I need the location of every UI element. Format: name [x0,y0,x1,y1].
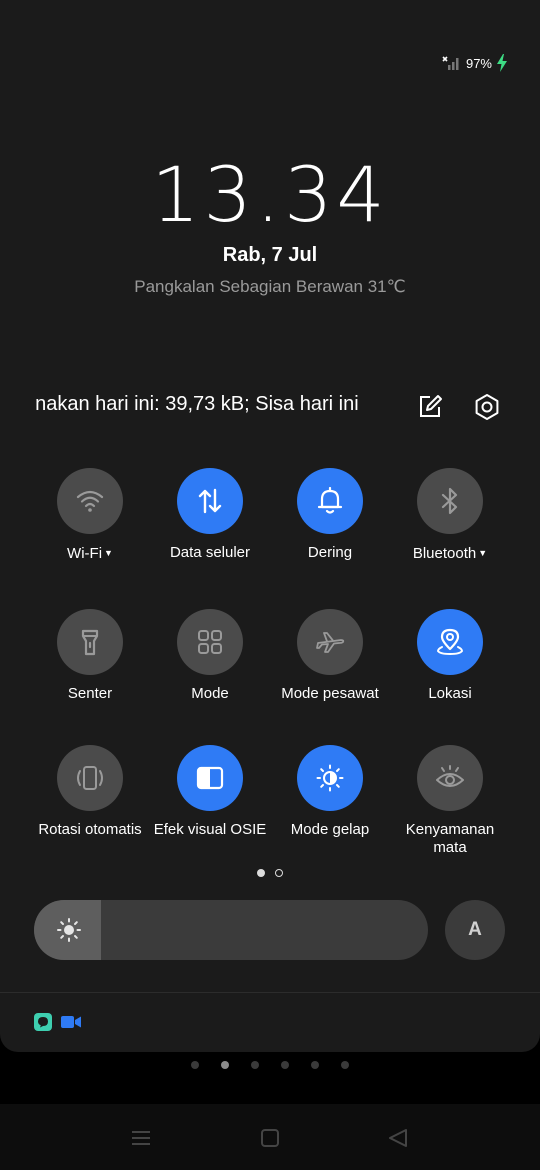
tile-osie-label: Efek visual OSIE [153,821,267,838]
dropdown-caret-icon: ▼ [104,548,113,558]
auto-brightness-button[interactable]: A [445,900,505,960]
wifi-icon [76,490,104,512]
back-icon [389,1129,407,1147]
tile-location[interactable]: Lokasi [390,609,510,703]
tile-wifi-toggle[interactable] [57,468,123,534]
tile-auto-rotate-toggle[interactable] [57,745,123,811]
back-button[interactable] [384,1124,412,1152]
tile-flashlight-toggle[interactable] [57,609,123,675]
home-page-dot-active[interactable] [221,1061,229,1069]
weather-info: Pangkalan Sebagian Berawan 31℃ [134,277,406,296]
airplane-icon [316,632,345,653]
sun-icon [56,917,82,948]
wifi-label-text: Wi-Fi [67,545,103,562]
status-bar: 97% [442,52,508,74]
tile-ringer-label: Dering [307,544,353,561]
data-usage-text: unakan hari ini: 39,73 kB; Sisa hari ini [36,393,359,415]
tile-osie[interactable]: Efek visual OSIE [150,745,270,839]
chat-app-icon[interactable] [34,1013,52,1036]
tile-mobile-data[interactable]: Data seluler [150,468,270,562]
data-usage-ticker: unakan hari ini: 39,73 kB; Sisa hari ini [36,393,392,416]
tile-airplane[interactable]: Mode pesawat [270,609,390,703]
mobile-data-icon [198,488,222,514]
tile-airplane-toggle[interactable] [297,609,363,675]
notification-icons [34,1013,82,1036]
tile-ringer-toggle[interactable] [297,468,363,534]
tile-mode-label: Mode [191,685,229,702]
tile-eye-comfort-label: Kenyamanan mata [405,821,495,856]
tile-eye-comfort-toggle[interactable] [417,745,483,811]
tile-dark-mode-toggle[interactable] [297,745,363,811]
tile-wifi-label: Wi-Fi ▼ [30,544,150,563]
dropdown-caret-icon: ▼ [478,548,488,558]
home-icon [261,1129,279,1147]
header-row: unakan hari ini: 39,73 kB; Sisa hari ini [0,385,540,429]
home-page-dot[interactable] [251,1061,259,1069]
tile-wifi[interactable]: Wi-Fi ▼ [30,468,150,563]
edit-icon [420,395,442,417]
home-page-dot[interactable] [191,1061,199,1069]
home-page-dot[interactable] [311,1061,319,1069]
quick-settings-panel: 97% 13.34 Rab, 7 Jul Pangkalan Sebagian … [0,0,540,1052]
tile-flashlight[interactable]: Senter [30,609,150,703]
bluetooth-label-text: Bluetooth [412,545,477,562]
menu-button[interactable] [127,1124,155,1152]
date: Rab, 7 Jul [222,244,318,266]
divider [0,992,540,993]
no-signal-icon [442,55,462,71]
tile-bluetooth[interactable]: Bluetooth ▼ [390,468,510,563]
menu-icon [132,1131,150,1145]
tile-eye-comfort[interactable]: Kenyamanan mata [390,745,510,857]
home-page-indicator [0,1061,540,1069]
tile-osie-toggle[interactable] [177,745,243,811]
rotate-icon [77,766,103,790]
tile-page-dot-active[interactable] [257,869,265,877]
settings-icon [475,394,499,420]
home-button[interactable] [256,1124,284,1152]
dark-mode-icon [316,764,344,792]
clock: 13.34 [151,150,389,239]
flashlight-icon [81,629,99,656]
tile-airplane-label: Mode pesawat [281,685,379,702]
tile-mode-toggle[interactable] [177,609,243,675]
bell-icon [317,487,343,514]
battery-percent: 97% [465,55,492,71]
bluetooth-icon [441,487,458,515]
tile-auto-rotate-label: Rotasi otomatis [38,821,142,838]
location-icon [436,628,464,656]
grid-icon [198,630,222,654]
eye-icon [436,765,464,787]
battery-charging-icon [496,54,508,72]
tile-auto-rotate[interactable]: Rotasi otomatis [30,745,150,839]
tile-dark-mode-label: Mode gelap [290,821,370,838]
tile-mobile-data-label: Data seluler [169,544,251,561]
navigation-bar [0,1104,540,1170]
tile-page-dot[interactable] [275,869,283,877]
brightness-slider[interactable] [34,900,428,960]
settings-button[interactable] [469,389,505,425]
video-call-icon[interactable] [60,1014,82,1035]
home-page-dot[interactable] [341,1061,349,1069]
tile-dark-mode[interactable]: Mode gelap [270,745,390,839]
tile-mode[interactable]: Mode [150,609,270,703]
edit-button[interactable] [412,389,448,425]
tile-bluetooth-label: Bluetooth ▼ [390,544,510,563]
tile-flashlight-label: Senter [67,685,113,702]
tile-location-toggle[interactable] [417,609,483,675]
tile-page-indicator [0,869,540,877]
tile-bluetooth-toggle[interactable] [417,468,483,534]
home-page-dot[interactable] [281,1061,289,1069]
tile-mobile-data-toggle[interactable] [177,468,243,534]
tile-ringer[interactable]: Dering [270,468,390,562]
osie-icon [196,766,224,790]
tile-location-label: Lokasi [428,685,472,702]
